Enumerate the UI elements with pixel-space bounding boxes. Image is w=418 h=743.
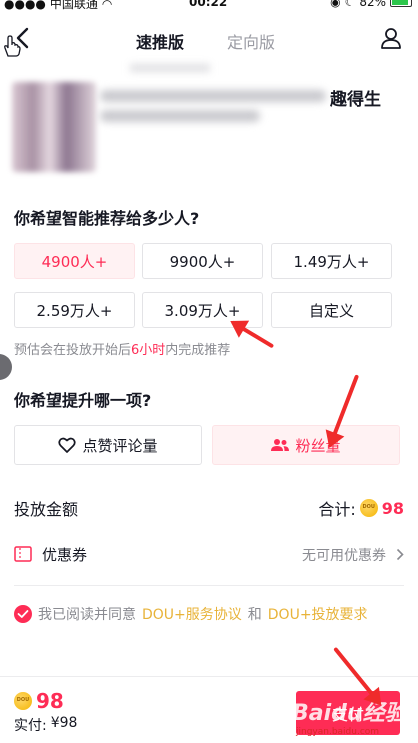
bottom-bar: 98 实付: ¥98 支付 Baidu经验 jingyan.baidu.com — [0, 676, 418, 743]
coin-icon — [14, 692, 32, 710]
actual-pay-label: 实付: — [14, 718, 47, 734]
tab-targeted[interactable]: 定向版 — [227, 29, 275, 53]
service-agreement-link[interactable]: DOU+服务协议 — [142, 604, 242, 624]
coupon-label: 优惠券 — [42, 546, 88, 564]
floating-handle[interactable] — [0, 354, 12, 380]
moon-icon: ☾ — [344, 0, 356, 9]
status-bar: ●●●● 中国联通 ◠ 00:22 ◉ ☾ 82% — [0, 0, 418, 12]
carrier: 中国联通 — [49, 0, 98, 11]
audience-option-25900[interactable]: 2.59万人+ — [14, 292, 135, 328]
goal-question: 你希望提升哪一项? — [14, 391, 152, 410]
bottom-price: 98 — [36, 689, 64, 713]
tab-quick[interactable]: 速推版 — [136, 29, 184, 53]
total-value: 98 — [381, 498, 404, 518]
watermark: Baidu经验 jingyan.baidu.com — [292, 695, 412, 741]
coin-icon — [359, 499, 378, 517]
total-label: 合计: — [318, 500, 356, 519]
amount-label: 投放金额 — [14, 500, 79, 519]
actual-pay-value: ¥98 — [50, 715, 78, 731]
battery-icon — [390, 0, 412, 7]
agreement-and: 和 — [247, 607, 262, 623]
watermark-brand: Baidu经验 — [292, 701, 407, 726]
audience-option-14900[interactable]: 1.49万人+ — [271, 243, 392, 279]
lock-rotation-icon: ◉ — [330, 0, 341, 9]
audience-question: 你希望智能推荐给多少人? — [14, 209, 200, 228]
coupon-icon — [14, 546, 32, 562]
nav-bar: 速推版 定向版 — [0, 12, 418, 64]
video-title: 趣得生 — [330, 90, 381, 110]
goal-option-label: 点赞评论量 — [82, 436, 158, 455]
check-icon[interactable] — [14, 605, 32, 623]
coupon-row[interactable]: 优惠券 无可用优惠券 — [14, 544, 404, 566]
hand-cursor-icon — [4, 35, 21, 57]
goal-option-followers[interactable]: 粉丝量 — [212, 425, 400, 465]
battery-percent: 82% — [359, 0, 386, 9]
agreement-prefix: 我已阅读并同意 — [38, 607, 136, 623]
users-icon — [271, 439, 290, 451]
audience-option-4900[interactable]: 4900人+ — [14, 243, 135, 279]
wifi-icon: ◠ — [101, 0, 113, 11]
video-thumbnail — [12, 82, 96, 172]
amount-row: 投放金额 合计: 98 — [14, 496, 404, 520]
goal-option-likes[interactable]: 点赞评论量 — [14, 425, 202, 465]
audience-option-custom[interactable]: 自定义 — [271, 292, 392, 328]
heart-icon — [58, 437, 77, 453]
signal-icon: ●●●● — [4, 0, 46, 11]
user-icon[interactable] — [380, 26, 402, 50]
status-time: 00:22 — [189, 0, 228, 9]
watermark-url: jingyan.baidu.com — [296, 727, 380, 737]
delivery-hint: 预估会在投放开始后6小时内完成推荐 — [14, 343, 231, 358]
audience-option-9900[interactable]: 9900人+ — [142, 243, 263, 279]
agreement-row: 我已阅读并同意 DOU+服务协议 和 DOU+投放要求 — [14, 603, 404, 625]
coupon-value: 无可用优惠券 — [302, 548, 386, 564]
video-preview: 趣得生 — [0, 64, 418, 174]
chevron-right-icon — [396, 548, 404, 561]
delivery-requirements-link[interactable]: DOU+投放要求 — [268, 604, 368, 624]
